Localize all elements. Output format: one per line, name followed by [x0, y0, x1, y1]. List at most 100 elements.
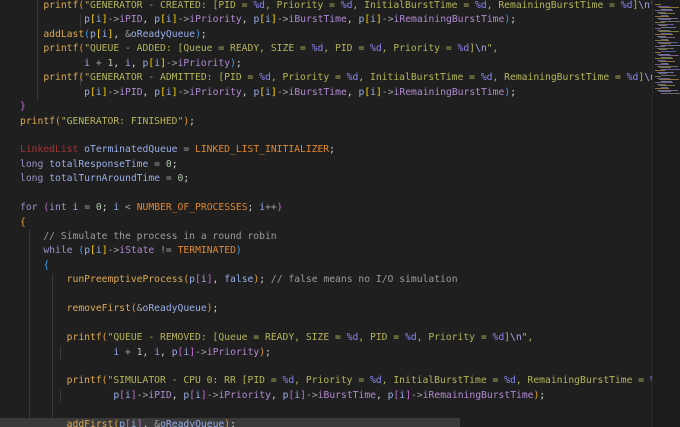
- code-token: , InitialBurstTime =: [352, 0, 475, 11]
- code-token: printf: [43, 43, 79, 55]
- code-line[interactable]: removeFirst(&oReadyQueue);: [20, 302, 652, 316]
- code-token: (: [72, 245, 85, 257]
- code-token: %d: [457, 43, 470, 55]
- code-line[interactable]: LinkedList oTerminatedQueue = LINKED_LIS…: [20, 143, 652, 157]
- code-line[interactable]: [20, 288, 652, 302]
- code-token: ",: [521, 332, 534, 344]
- code-token: , Priority =: [265, 0, 341, 11]
- code-line[interactable]: printf("GENERATOR - CREATED: [PID = %d, …: [20, 0, 652, 13]
- code-line[interactable]: while (p[i]->iState != TERMINATED): [20, 244, 652, 258]
- code-lines[interactable]: printf("GENERATOR - CREATED: [PID = %d, …: [0, 0, 652, 427]
- code-token: ,: [142, 418, 155, 427]
- code-token: ,: [142, 86, 155, 98]
- code-token: addFirst: [66, 418, 114, 427]
- code-token: {: [43, 259, 50, 271]
- code-token: +: [119, 346, 137, 358]
- code-token: {: [20, 216, 26, 228]
- code-token: %d: [370, 43, 382, 55]
- code-token: ",: [486, 43, 499, 55]
- code-token: ->: [107, 14, 120, 26]
- code-token: ,: [171, 389, 184, 401]
- code-token: , PID =: [323, 43, 370, 55]
- code-token: %d: [480, 72, 493, 84]
- code-token: ,: [113, 57, 126, 69]
- code-token: iState: [119, 245, 155, 257]
- code-token: }: [20, 101, 26, 113]
- code-token: \n: [475, 43, 487, 55]
- code-line[interactable]: [20, 129, 652, 143]
- code-token: "QUEUE - REMOVED: [Queue = READY, SIZE =: [107, 332, 347, 344]
- code-token: ;: [212, 303, 219, 315]
- code-token: ->: [177, 86, 190, 98]
- code-editor[interactable]: printf("GENERATOR - CREATED: [PID = %d, …: [0, 0, 652, 427]
- code-line[interactable]: {: [20, 216, 652, 230]
- code-token: ->: [305, 389, 318, 401]
- code-token: +: [90, 57, 108, 69]
- code-line[interactable]: // Simulate the process in a round robin: [20, 230, 652, 244]
- code-token: , InitialBurstTime =: [358, 72, 481, 84]
- code-token: ,: [241, 14, 254, 26]
- code-line[interactable]: {: [20, 259, 652, 273]
- code-line[interactable]: [20, 317, 652, 331]
- code-line[interactable]: long totalTurnAroundTime = 0;: [20, 172, 652, 186]
- code-line[interactable]: [20, 360, 652, 374]
- code-line-current[interactable]: addFirst(p[i], &oReadyQueue);: [0, 417, 652, 427]
- code-token: ;: [539, 389, 546, 401]
- code-token: , Priority =: [270, 72, 347, 84]
- code-line[interactable]: printf("GENERATOR: FINISHED");: [20, 115, 652, 129]
- code-token: ->: [136, 389, 149, 401]
- code-token: oReadyQueue: [160, 418, 225, 427]
- code-token: ;: [510, 86, 517, 98]
- code-token: \n: [644, 72, 652, 84]
- code-line[interactable]: i + 1, i, p[i]->iPriority);: [20, 346, 652, 360]
- code-line[interactable]: p[i]->iPID, p[i]->iPriority, p[i]->iBurs…: [20, 86, 652, 100]
- code-line[interactable]: for (int i = 0; i < NUMBER_OF_PROCESSES;…: [20, 201, 652, 215]
- code-line[interactable]: i + 1, i, p[i]->iPriority);: [20, 57, 652, 71]
- code-line[interactable]: [20, 187, 652, 201]
- minimap-line: [661, 50, 676, 52]
- code-token: ->: [107, 86, 120, 98]
- code-token: printf: [66, 375, 102, 387]
- code-line[interactable]: addLast(p[i], &oReadyQueue);: [20, 28, 652, 42]
- code-line[interactable]: }: [20, 100, 652, 114]
- code-token: %d: [504, 375, 516, 387]
- code-token: ;: [259, 274, 271, 286]
- code-token: ;: [265, 346, 271, 358]
- code-line[interactable]: long totalResponseTime = 0;: [20, 158, 652, 172]
- code-token: ->: [276, 14, 289, 26]
- minimap-line: [661, 26, 676, 28]
- code-token: ,: [160, 346, 172, 358]
- minimap-line: [661, 74, 676, 76]
- code-token: ;: [247, 202, 260, 214]
- code-line[interactable]: printf("GENERATOR - ADMITTED: [PID = %d,…: [20, 71, 652, 85]
- code-line[interactable]: p[i]->iPID, p[i]->iPriority, p[i]->iBurs…: [20, 13, 652, 27]
- code-line[interactable]: printf("QUEUE - ADDED: [Queue = READY, S…: [20, 42, 652, 56]
- code-line[interactable]: [20, 403, 652, 417]
- code-token: iPriority: [218, 389, 271, 401]
- code-token: , RemainingBurstTime =: [515, 375, 650, 387]
- code-token: iBurstTime: [288, 14, 347, 26]
- code-token: , InitialBurstTime =: [381, 375, 505, 387]
- code-line[interactable]: runPreemptiveProcess(p[i], false); // fa…: [20, 273, 652, 287]
- code-token: "GENERATOR - ADMITTED: [PID =: [84, 72, 260, 84]
- code-line[interactable]: p[i]->iPID, p[i]->iPriority, p[i]->iBurs…: [20, 389, 652, 403]
- code-token: ,: [130, 57, 143, 69]
- code-token: ,: [142, 346, 155, 358]
- code-token: , PID =: [358, 332, 405, 344]
- code-token: ;: [171, 158, 178, 170]
- code-token: ->: [195, 346, 207, 358]
- minimap[interactable]: [652, 0, 680, 427]
- code-token: NUMBER_OF_PROCESSES: [136, 202, 248, 214]
- code-token: ,: [270, 389, 283, 401]
- code-line[interactable]: printf("QUEUE - REMOVED: [Queue = READY,…: [20, 331, 652, 345]
- code-token: =: [78, 202, 96, 214]
- code-line[interactable]: printf("SIMULATOR - CPU 0: RR [PID = %d,…: [20, 374, 652, 388]
